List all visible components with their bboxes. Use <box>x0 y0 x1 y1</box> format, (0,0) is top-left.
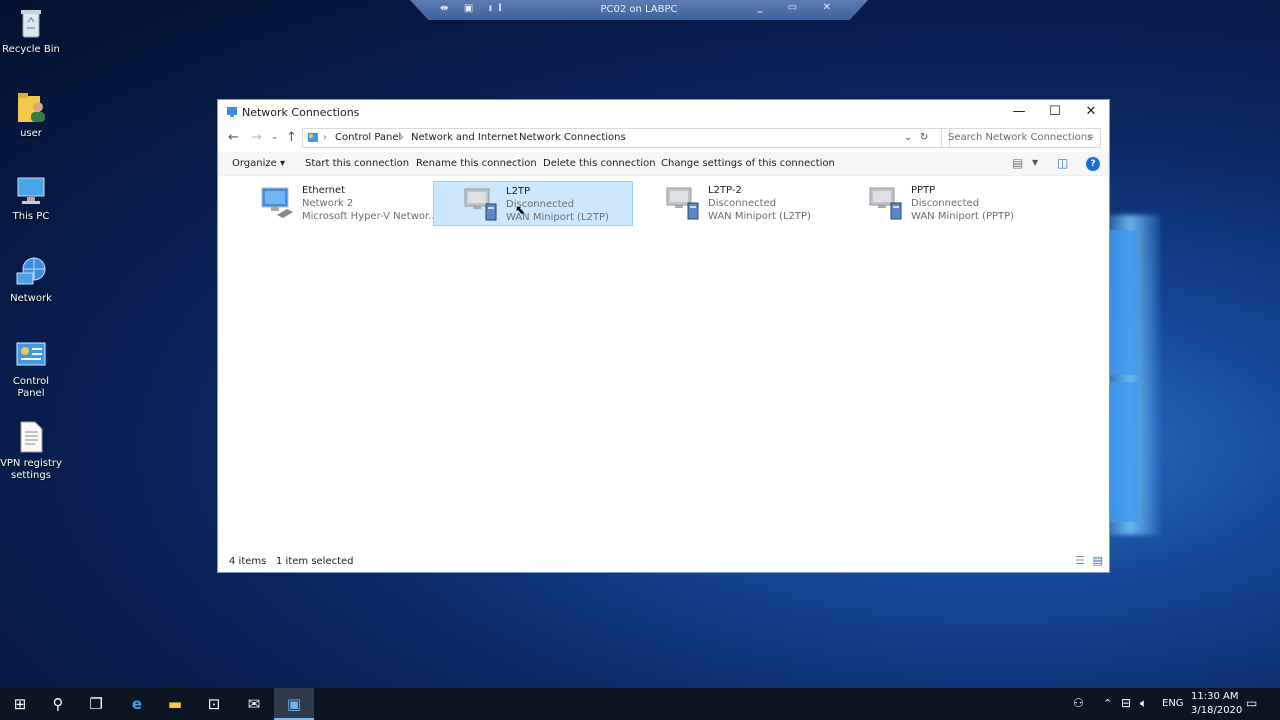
search-input[interactable]: Search Network Connections ⌕ <box>941 128 1101 148</box>
address-dropdown-icon[interactable]: ⌄ <box>904 132 912 143</box>
address-bar-row: ← → ⌄ ↑ › Control Panel › Network and In… <box>218 127 1109 149</box>
up-arrow-icon[interactable]: ↑ <box>286 130 297 145</box>
connections-list: Ethernet Network 2 Microsoft Hyper-V Net… <box>218 177 1109 550</box>
wallpaper-pane <box>1108 230 1138 375</box>
title-bar[interactable]: Network Connections — ☐ ✕ <box>218 100 1109 124</box>
search-icon: ⌕ <box>1088 131 1094 142</box>
desktop-icon-recycle-bin[interactable]: Recycle Bin <box>0 6 62 56</box>
taskbar: ⊞ ⚲ ❐ e ▬ ⊡ ✉ ▣ ⚇ ⌃ ⊟ 🔈︎ ENG 11:30 AM 3/… <box>0 688 1280 720</box>
delete-connection-button[interactable]: Delete this connection <box>543 158 656 169</box>
desktop-icon-label: Network <box>10 293 52 304</box>
connection-device: WAN Miniport (PPTP) <box>911 211 1015 222</box>
connection-status: Network 2 <box>302 198 354 209</box>
connection-device: Microsoft Hyper-V Networ... <box>302 211 438 222</box>
connection-status: Disconnected <box>911 198 980 209</box>
item-count: 4 items <box>229 556 267 567</box>
control-panel-icon <box>14 338 48 372</box>
desktop-icon-label: user <box>20 128 42 139</box>
rdp-window-controls[interactable]: _ ▭ ✕ <box>757 2 842 13</box>
ethernet-adapter-icon <box>259 185 295 221</box>
rename-connection-button[interactable]: Rename this connection <box>416 158 537 169</box>
recent-locations-chevron-icon[interactable]: ⌄ <box>271 132 279 142</box>
connection-device: WAN Miniport (L2TP) <box>708 211 811 222</box>
search-placeholder: Search Network Connections <box>948 132 1093 143</box>
preview-pane-icon[interactable]: ◫ <box>1057 156 1068 170</box>
selection-count: 1 item selected <box>276 556 354 567</box>
vpn-connection-icon <box>462 186 498 222</box>
network-connections-window: Network Connections — ☐ ✕ ← → ⌄ ↑ › Cont… <box>217 99 1110 573</box>
this-pc-icon <box>14 173 48 207</box>
breadcrumb-separator: › <box>400 132 404 143</box>
connection-name: Ethernet <box>302 185 346 196</box>
organize-button[interactable]: Organize ▾ <box>232 158 285 169</box>
desktop-icon-label: Control Panel <box>12 376 50 399</box>
breadcrumb-network-connections[interactable]: Network Connections <box>519 132 626 143</box>
connection-item-ethernet[interactable]: Ethernet Network 2 Microsoft Hyper-V Net… <box>251 181 451 226</box>
close-button[interactable]: ✕ <box>1073 100 1109 124</box>
connection-status: Disconnected <box>708 198 777 209</box>
desktop-icon-user[interactable]: user <box>0 90 62 140</box>
network-connections-icon <box>226 106 238 118</box>
task-view-icon[interactable]: ❐ <box>76 688 116 720</box>
document-icon <box>14 420 48 454</box>
desktop-icon-this-pc[interactable]: This PC <box>0 173 62 223</box>
start-connection-button[interactable]: Start this connection <box>305 158 409 169</box>
desktop-icon-label: VPN registry settings <box>0 458 62 481</box>
desktop-icon-network[interactable]: Network <box>0 255 62 305</box>
desktop-icon-vpn-registry-settings[interactable]: VPN registry settings <box>0 420 62 482</box>
view-options-chevron-icon[interactable]: ▼ <box>1032 158 1038 167</box>
change-view-icon[interactable]: ▤ <box>1012 156 1023 170</box>
forward-arrow-icon[interactable]: → <box>251 130 262 145</box>
status-bar: 4 items 1 item selected ☰ ▤ <box>218 552 1109 572</box>
search-icon[interactable]: ⚲ <box>38 688 78 720</box>
control-panel-small-icon <box>307 132 319 147</box>
breadcrumb-network-and-internet[interactable]: Network and Internet <box>411 132 518 143</box>
wallpaper-pane <box>1108 382 1138 522</box>
language-indicator[interactable]: ENG <box>1162 698 1184 709</box>
mail-icon[interactable]: ✉ <box>234 688 274 720</box>
breadcrumb-separator: › <box>508 132 512 143</box>
file-explorer-icon[interactable]: ▬ <box>155 688 195 720</box>
network-icon <box>14 255 48 289</box>
vpn-connection-icon <box>867 185 903 221</box>
help-icon[interactable]: ? <box>1086 157 1100 171</box>
connection-name: PPTP <box>911 185 936 196</box>
start-windows-icon[interactable]: ⊞ <box>0 688 40 720</box>
command-bar: Organize ▾ Start this connection Rename … <box>218 152 1109 176</box>
desktop-icon-label: Recycle Bin <box>2 44 60 55</box>
connection-item-l2tp[interactable]: L2TP Disconnected WAN Miniport (L2TP) ⬉ <box>433 181 633 226</box>
show-hidden-icons-chevron[interactable]: ⌃ <box>1103 697 1112 710</box>
desktop-icon-control-panel[interactable]: Control Panel <box>0 338 62 400</box>
clock-time[interactable]: 11:30 AM <box>1191 691 1238 702</box>
user-folder-icon <box>14 90 48 124</box>
clock-date[interactable]: 3/18/2020 <box>1191 705 1242 716</box>
window-title: Network Connections <box>242 106 360 119</box>
network-tray-icon[interactable]: ⊟ <box>1121 696 1131 710</box>
people-icon[interactable]: ⚇ <box>1073 696 1084 710</box>
connection-name: L2TP <box>506 186 531 197</box>
change-settings-button[interactable]: Change settings of this connection <box>661 158 835 169</box>
minimize-button[interactable]: — <box>1001 100 1037 124</box>
breadcrumb-control-panel[interactable]: Control Panel <box>335 132 401 143</box>
edge-browser-icon[interactable]: e <box>117 688 157 720</box>
breadcrumb-separator: › <box>323 132 327 143</box>
remote-desktop-bar: ⇹ ▣ ıl PC02 on LABPC _ ▭ ✕ <box>410 0 868 20</box>
connection-item-pptp[interactable]: PPTP Disconnected WAN Miniport (PPTP) <box>839 181 1039 226</box>
vpn-connection-icon <box>664 185 700 221</box>
details-view-icon[interactable]: ☰ <box>1075 554 1085 567</box>
mouse-cursor-icon: ⬉ <box>515 203 526 217</box>
tiles-view-icon[interactable]: ▤ <box>1093 554 1103 567</box>
connection-item-l2tp-2[interactable]: L2TP-2 Disconnected WAN Miniport (L2TP) <box>636 181 836 226</box>
address-bar[interactable]: › Control Panel › Network and Internet ›… <box>302 128 950 148</box>
refresh-icon[interactable]: ↻ <box>920 132 928 143</box>
store-icon[interactable]: ⊡ <box>194 688 234 720</box>
recycle-bin-icon <box>14 6 48 40</box>
maximize-button[interactable]: ☐ <box>1037 100 1073 124</box>
desktop-icon-label: This PC <box>12 211 50 222</box>
volume-icon[interactable]: 🔈︎ <box>1140 696 1147 711</box>
network-connections-taskbar-icon[interactable]: ▣ <box>274 688 314 720</box>
back-arrow-icon[interactable]: ← <box>228 130 239 145</box>
action-center-icon[interactable]: ▭ <box>1246 696 1257 710</box>
connection-name: L2TP-2 <box>708 185 742 196</box>
